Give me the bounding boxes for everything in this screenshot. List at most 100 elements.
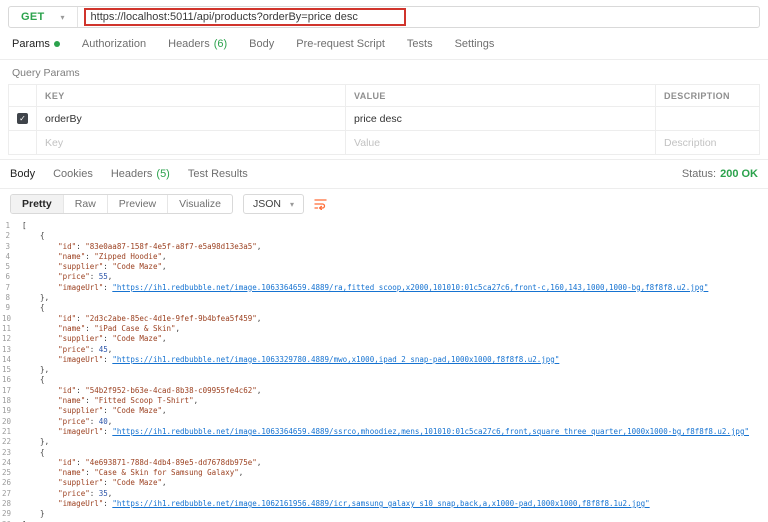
- json-token: [22, 314, 58, 323]
- param-enabled-checkbox[interactable]: ✓: [17, 113, 28, 124]
- response-toolbar: PrettyRawPreviewVisualize JSON ▾: [0, 189, 768, 219]
- code-line: 28 "imageUrl": "https://ih1.redbubble.ne…: [2, 499, 768, 509]
- select-all-cell: [9, 85, 37, 106]
- json-token: [22, 334, 58, 343]
- new-param-value-field[interactable]: Value: [346, 131, 656, 154]
- code-line: 16 {: [2, 375, 768, 385]
- param-value-field[interactable]: price desc: [346, 107, 656, 130]
- code-line: 3 "id": "83e0aa87-158f-4e5f-a8f7-e5a98d1…: [2, 242, 768, 252]
- request-tab-params[interactable]: Params: [12, 38, 60, 50]
- json-token: [22, 272, 58, 281]
- code-text: "supplier": "Code Maze",: [22, 478, 167, 488]
- json-token: "id": [58, 242, 76, 251]
- code-line: 21 "imageUrl": "https://ih1.redbubble.ne…: [2, 427, 768, 437]
- code-text: [: [22, 221, 27, 231]
- code-line: 11 "name": "iPad Case & Skin",: [2, 324, 768, 334]
- json-token: "id": [58, 386, 76, 395]
- request-tab-body[interactable]: Body: [249, 38, 274, 50]
- json-token: "price": [58, 272, 90, 281]
- response-tab-test-results[interactable]: Test Results: [188, 168, 248, 180]
- param-key-field[interactable]: orderBy: [37, 107, 346, 130]
- json-url-link[interactable]: "https://ih1.redbubble.net/image.1063364…: [112, 427, 749, 436]
- json-token: [22, 262, 58, 271]
- json-token: :: [90, 345, 99, 354]
- code-text: "id": "2d3c2abe-85ec-4d1e-9fef-9b4bfea5f…: [22, 314, 261, 324]
- line-number: 19: [2, 406, 22, 416]
- json-token: "name": [58, 252, 85, 261]
- response-tab-headers[interactable]: Headers(5): [111, 168, 170, 180]
- api-client-window: GET ▾ https://localhost:5011/api/product…: [0, 6, 768, 522]
- json-token: :: [103, 262, 112, 271]
- line-number: 28: [2, 499, 22, 509]
- format-select[interactable]: JSON ▾: [243, 194, 304, 214]
- code-line: 20 "price": 40,: [2, 417, 768, 427]
- json-token: [22, 417, 58, 426]
- json-url-link[interactable]: "https://ih1.redbubble.net/image.1063364…: [112, 283, 708, 292]
- json-token: "Code Maze": [112, 406, 162, 415]
- json-token: 40: [99, 417, 108, 426]
- code-text: "supplier": "Code Maze",: [22, 262, 167, 272]
- json-token: :: [90, 417, 99, 426]
- request-tab-authorization[interactable]: Authorization: [82, 38, 146, 50]
- json-token: 55: [99, 272, 108, 281]
- json-url-link[interactable]: "https://ih1.redbubble.net/image.1063329…: [112, 355, 559, 364]
- response-tabs: Body Cookies Headers(5) Test Results: [10, 168, 248, 180]
- column-header-value: VALUE: [346, 85, 656, 106]
- json-token: ,: [239, 468, 244, 477]
- view-mode-switcher: PrettyRawPreviewVisualize: [10, 194, 233, 214]
- url-input[interactable]: https://localhost:5011/api/products?orde…: [91, 11, 358, 23]
- json-token: :: [85, 324, 94, 333]
- json-token: [22, 386, 58, 395]
- code-text: {: [22, 231, 45, 241]
- json-token: :: [76, 314, 85, 323]
- code-line: 14 "imageUrl": "https://ih1.redbubble.ne…: [2, 355, 768, 365]
- json-token: {: [22, 231, 45, 240]
- code-text: {: [22, 448, 45, 458]
- json-token: ,: [162, 262, 167, 271]
- json-token: [22, 499, 58, 508]
- line-number: 10: [2, 314, 22, 324]
- code-text: "imageUrl": "https://ih1.redbubble.net/i…: [22, 427, 749, 437]
- new-param-description-field[interactable]: Description: [656, 131, 759, 154]
- tab-label: Authorization: [82, 38, 146, 50]
- json-token: ,: [176, 324, 181, 333]
- code-line: 27 "price": 35,: [2, 489, 768, 499]
- json-token: "iPad Case & Skin": [94, 324, 175, 333]
- json-token: ,: [257, 242, 262, 251]
- json-token: [22, 458, 58, 467]
- json-token: :: [76, 242, 85, 251]
- json-token: "imageUrl": [58, 427, 103, 436]
- json-token: :: [85, 396, 94, 405]
- response-tab-cookies[interactable]: Cookies: [53, 168, 93, 180]
- json-token: "imageUrl": [58, 499, 103, 508]
- request-tab-tests[interactable]: Tests: [407, 38, 433, 50]
- view-mode-raw[interactable]: Raw: [64, 195, 108, 213]
- request-tab-pre-request-script[interactable]: Pre-request Script: [296, 38, 385, 50]
- response-tab-body[interactable]: Body: [10, 168, 35, 180]
- json-token: "2d3c2abe-85ec-4d1e-9fef-9b4bfea5f459": [85, 314, 257, 323]
- request-tab-headers[interactable]: Headers(6): [168, 38, 227, 50]
- line-number: 20: [2, 417, 22, 427]
- json-token: {: [22, 375, 45, 384]
- view-mode-pretty[interactable]: Pretty: [11, 195, 64, 213]
- view-mode-preview[interactable]: Preview: [108, 195, 168, 213]
- code-line: 19 "supplier": "Code Maze",: [2, 406, 768, 416]
- code-line: 9 {: [2, 303, 768, 313]
- view-mode-visualize[interactable]: Visualize: [168, 195, 232, 213]
- column-header-key: KEY: [37, 85, 346, 106]
- new-param-key-field[interactable]: Key: [37, 131, 346, 154]
- json-token: ,: [162, 334, 167, 343]
- code-text: },: [22, 365, 49, 375]
- request-tab-settings[interactable]: Settings: [455, 38, 495, 50]
- json-token: :: [85, 252, 94, 261]
- json-token: "supplier": [58, 478, 103, 487]
- line-number: 13: [2, 345, 22, 355]
- param-description-field[interactable]: [656, 107, 759, 130]
- method-select[interactable]: GET ▾: [9, 7, 78, 27]
- wrap-text-icon[interactable]: [314, 198, 327, 210]
- json-token: },: [22, 365, 49, 374]
- json-token: "imageUrl": [58, 355, 103, 364]
- json-url-link[interactable]: "https://ih1.redbubble.net/image.1062161…: [112, 499, 649, 508]
- query-params-heading: Query Params: [0, 60, 768, 84]
- code-line: 26 "supplier": "Code Maze",: [2, 478, 768, 488]
